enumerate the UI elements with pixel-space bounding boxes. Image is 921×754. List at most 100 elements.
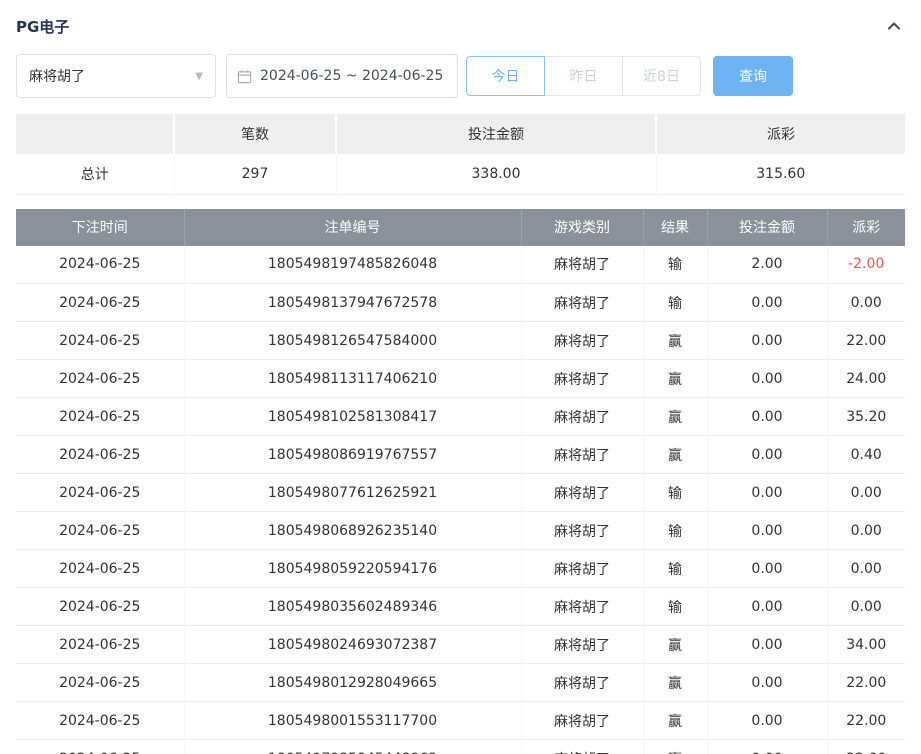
summary-total-bet-amount: 338.00 [336, 154, 656, 194]
cell-payout: 34.00 [827, 626, 905, 664]
summary-empty-cell [16, 114, 174, 154]
column-header: 游戏类别 [521, 209, 643, 246]
cell-bet-time: 2024-06-25 [16, 740, 184, 754]
cell-bet-id: 1805498077612625921 [184, 474, 521, 512]
table-row: 2024-06-25 1805498068926235140 麻将胡了 输 0.… [16, 512, 905, 550]
cell-bet-id: 1805498113117406210 [184, 360, 521, 398]
summary-header-payout: 派彩 [656, 114, 905, 154]
table-row: 2024-06-25 1805497985845448963 麻将胡了 赢 0.… [16, 740, 905, 754]
cell-payout: 0.00 [827, 550, 905, 588]
cell-bet-amount: 0.00 [707, 512, 827, 550]
bet-records-table: 下注时间注单编号游戏类别结果投注金额派彩 2024-06-25 18054981… [16, 209, 905, 754]
cell-bet-id: 1805498197485826048 [184, 246, 521, 284]
cell-payout: 0.00 [827, 588, 905, 626]
quick-range-button-group: 今日 昨日 近8日 [466, 56, 701, 96]
cell-game-type: 麻将胡了 [521, 284, 643, 322]
cell-game-type: 麻将胡了 [521, 322, 643, 360]
cell-bet-amount: 0.00 [707, 474, 827, 512]
today-button[interactable]: 今日 [466, 56, 545, 96]
game-select[interactable]: 麻将胡了 ▼ [16, 54, 216, 98]
cell-bet-time: 2024-06-25 [16, 360, 184, 398]
column-header: 注单编号 [184, 209, 521, 246]
cell-bet-time: 2024-06-25 [16, 626, 184, 664]
column-header: 派彩 [827, 209, 905, 246]
cell-result: 赢 [643, 436, 707, 474]
cell-result: 赢 [643, 360, 707, 398]
table-row: 2024-06-25 1805498012928049665 麻将胡了 赢 0.… [16, 664, 905, 702]
cell-payout: -2.00 [827, 246, 905, 284]
table-row: 2024-06-25 1805498113117406210 麻将胡了 赢 0.… [16, 360, 905, 398]
summary-total-count: 297 [174, 154, 336, 194]
cell-bet-time: 2024-06-25 [16, 664, 184, 702]
cell-payout: 0.00 [827, 474, 905, 512]
cell-bet-id: 1805498035602489346 [184, 588, 521, 626]
cell-bet-amount: 0.00 [707, 284, 827, 322]
cell-bet-time: 2024-06-25 [16, 512, 184, 550]
cell-bet-id: 1805498137947672578 [184, 284, 521, 322]
cell-payout: 22.00 [827, 740, 905, 754]
cell-result: 赢 [643, 702, 707, 740]
collapse-chevron-up-icon[interactable] [883, 16, 905, 36]
cell-bet-id: 1805497985845448963 [184, 740, 521, 754]
calendar-icon [237, 69, 252, 84]
cell-game-type: 麻将胡了 [521, 360, 643, 398]
cell-bet-time: 2024-06-25 [16, 284, 184, 322]
panel-header: PG电子 [16, 12, 905, 40]
cell-bet-time: 2024-06-25 [16, 474, 184, 512]
cell-bet-time: 2024-06-25 [16, 436, 184, 474]
cell-bet-amount: 0.00 [707, 740, 827, 754]
game-select-value: 麻将胡了 [29, 66, 85, 86]
cell-bet-id: 1805498068926235140 [184, 512, 521, 550]
cell-result: 输 [643, 550, 707, 588]
cell-game-type: 麻将胡了 [521, 398, 643, 436]
table-row: 2024-06-25 1805498035602489346 麻将胡了 输 0.… [16, 588, 905, 626]
table-row: 2024-06-25 1805498059220594176 麻将胡了 输 0.… [16, 550, 905, 588]
cell-bet-id: 1805498102581308417 [184, 398, 521, 436]
cell-bet-amount: 0.00 [707, 626, 827, 664]
chevron-down-icon: ▼ [195, 71, 203, 82]
cell-game-type: 麻将胡了 [521, 436, 643, 474]
cell-bet-time: 2024-06-25 [16, 702, 184, 740]
page-title: PG电子 [16, 16, 69, 37]
cell-result: 输 [643, 512, 707, 550]
cell-result: 输 [643, 474, 707, 512]
cell-bet-id: 1805498012928049665 [184, 664, 521, 702]
cell-bet-amount: 0.00 [707, 588, 827, 626]
summary-total-payout: 315.60 [656, 154, 905, 194]
cell-game-type: 麻将胡了 [521, 664, 643, 702]
cell-bet-id: 1805498024693072387 [184, 626, 521, 664]
cell-payout: 22.00 [827, 664, 905, 702]
pg-panel: PG电子 麻将胡了 ▼ 2024-06-25 ~ 2024-06-25 今日 昨… [0, 0, 921, 754]
cell-game-type: 麻将胡了 [521, 550, 643, 588]
cell-bet-amount: 0.00 [707, 550, 827, 588]
yesterday-button[interactable]: 昨日 [544, 56, 623, 96]
cell-result: 赢 [643, 626, 707, 664]
cell-payout: 22.00 [827, 702, 905, 740]
cell-bet-id: 1805498126547584000 [184, 322, 521, 360]
date-range-picker[interactable]: 2024-06-25 ~ 2024-06-25 [226, 54, 458, 98]
cell-result: 输 [643, 246, 707, 284]
cell-bet-time: 2024-06-25 [16, 322, 184, 360]
table-row: 2024-06-25 1805498086919767557 麻将胡了 赢 0.… [16, 436, 905, 474]
summary-header-count: 笔数 [174, 114, 336, 154]
table-row: 2024-06-25 1805498024693072387 麻将胡了 赢 0.… [16, 626, 905, 664]
cell-result: 赢 [643, 664, 707, 702]
cell-bet-id: 1805498001553117700 [184, 702, 521, 740]
cell-result: 输 [643, 284, 707, 322]
summary-total-label: 总计 [16, 154, 174, 194]
search-button[interactable]: 查询 [713, 56, 793, 96]
cell-payout: 35.20 [827, 398, 905, 436]
cell-game-type: 麻将胡了 [521, 512, 643, 550]
table-row: 2024-06-25 1805498001553117700 麻将胡了 赢 0.… [16, 702, 905, 740]
cell-bet-time: 2024-06-25 [16, 550, 184, 588]
cell-bet-id: 1805498059220594176 [184, 550, 521, 588]
cell-game-type: 麻将胡了 [521, 588, 643, 626]
cell-bet-amount: 0.00 [707, 664, 827, 702]
cell-payout: 0.40 [827, 436, 905, 474]
summary-header-bet-amount: 投注金额 [336, 114, 656, 154]
summary-total-row: 总计 297 338.00 315.60 [16, 154, 905, 194]
summary-header-row: 笔数 投注金额 派彩 [16, 114, 905, 154]
last-8-days-button[interactable]: 近8日 [622, 56, 701, 96]
cell-result: 输 [643, 588, 707, 626]
cell-game-type: 麻将胡了 [521, 246, 643, 284]
